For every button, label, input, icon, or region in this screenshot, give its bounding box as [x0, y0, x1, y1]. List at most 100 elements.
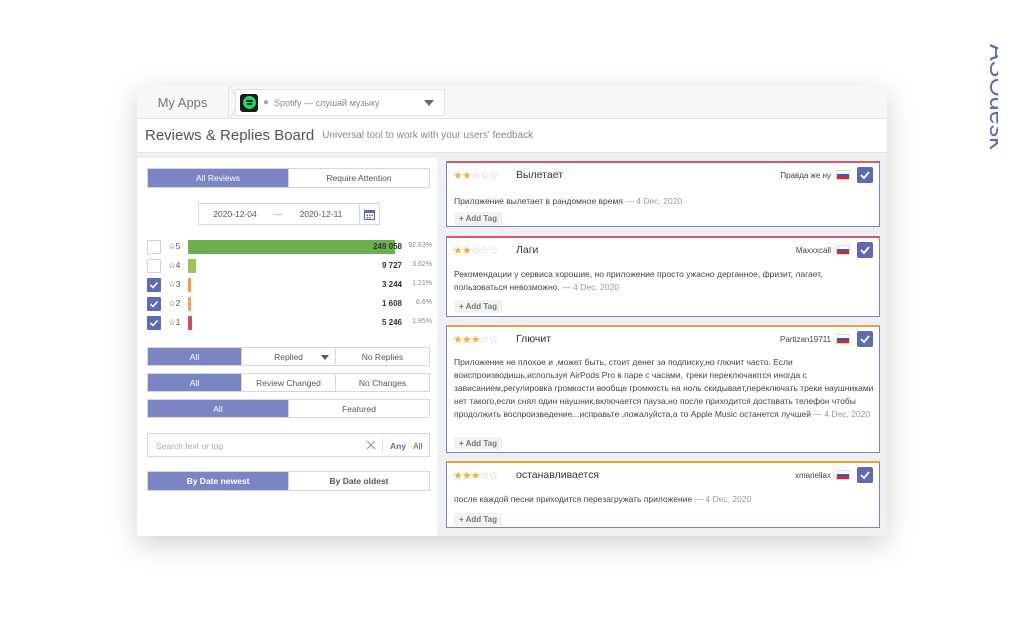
rating-checkbox[interactable] — [147, 297, 161, 311]
tab-require-attention[interactable]: Require Attention — [289, 169, 429, 187]
rating-count: 9 727 — [381, 261, 402, 270]
app-selector[interactable]: ● Spotify — слушай музыку — [235, 89, 445, 116]
review-header: ★★★☆☆ останавливается xmariellax — [453, 467, 873, 483]
tab-changes-all[interactable]: All — [148, 374, 242, 391]
my-apps-link[interactable]: My Apps — [137, 86, 229, 119]
review-header: ★★☆☆☆ Вылетает Правда же ну — [453, 167, 873, 183]
reply-filter-tabs: All Replied No Replies — [147, 347, 430, 366]
review-header: ★★☆☆☆ Лаги Maxxxcall — [453, 242, 873, 258]
match-all-option[interactable]: All — [413, 441, 422, 451]
tab-replied[interactable]: Replied — [242, 348, 336, 365]
rating-row: ☆1 5 246 1.95% — [147, 316, 432, 330]
top-bar: My Apps ● Spotify — слушай музыку — [137, 86, 887, 119]
review-date: — 4 Dec, 2020 — [694, 494, 752, 504]
review-text: после каждой песни приходится перезагруж… — [454, 494, 693, 504]
rating-percent: 92.63% — [408, 242, 432, 249]
rating-row: ☆3 3 244 1.21% — [147, 278, 432, 292]
rating-share-bar — [188, 278, 191, 292]
page-subtitle: Universal tool to work with your users' … — [322, 130, 534, 141]
asodesk-logo-icon: ASOdesk — [984, 44, 1012, 150]
review-card: ★★☆☆☆ Вылетает Правда же ну Приложение выле… — [446, 161, 880, 227]
star-rating-icon: ★★☆☆☆ — [453, 245, 498, 257]
tab-no-changes[interactable]: No Changes — [336, 374, 429, 391]
rating-share-bar — [188, 297, 191, 311]
tab-review-changed[interactable]: Review Changed — [242, 374, 336, 391]
spotify-app-icon — [240, 93, 258, 112]
search-box: Search text or tag Any All — [147, 433, 430, 457]
search-input[interactable]: Search text or tag — [156, 441, 223, 451]
review-card: ★★★☆☆ Глючит Partizan19711 Приложение не пл… — [446, 325, 880, 453]
date-to[interactable]: 2020-12-11 — [285, 209, 357, 219]
brand-logo-text: ASOdesk — [984, 44, 998, 150]
date-separator: — — [273, 209, 283, 219]
date-range-picker[interactable]: 2020-12-04 — 2020-12-11 — [198, 203, 380, 225]
review-title: останавливается — [516, 469, 600, 481]
rating-percent: 1.21% — [412, 280, 432, 287]
rating-checkbox[interactable] — [147, 240, 161, 254]
tab-all-reviews[interactable]: All Reviews — [148, 169, 289, 187]
russia-flag-icon — [836, 334, 850, 344]
add-tag-button[interactable]: + Add Tag — [454, 300, 502, 313]
page-title: Reviews & Replies Board — [145, 127, 315, 144]
review-text: Рекомендации у сервиса хорошие, но прило… — [454, 269, 823, 292]
add-tag-button[interactable]: + Add Tag — [454, 513, 502, 526]
russia-flag-icon — [836, 170, 850, 180]
rating-star-label: ☆2 — [168, 298, 181, 308]
apple-icon: ● — [263, 97, 270, 108]
rating-checkbox[interactable] — [147, 259, 161, 273]
rating-percent: 0.6% — [416, 299, 432, 306]
review-date: — 4 Dec, 2020 — [625, 196, 683, 206]
divider — [382, 438, 383, 452]
rating-star-label: ☆3 — [168, 279, 181, 289]
review-card: ★★☆☆☆ Лаги Maxxxcall Рекомендации у сервиса… — [446, 236, 880, 317]
match-any-option[interactable]: Any — [390, 441, 406, 451]
rating-star-label: ☆1 — [168, 317, 181, 327]
chevron-down-icon — [424, 100, 434, 106]
brand-logo: ASOdesk — [968, 40, 1012, 180]
review-text: Приложение вылетает в рандомное время — [454, 196, 623, 206]
rating-checkbox[interactable] — [147, 316, 161, 330]
review-type-tabs: All Reviews Require Attention — [147, 168, 430, 188]
review-title: Лаги — [516, 244, 539, 256]
calendar-icon[interactable] — [359, 204, 379, 224]
review-author: Maxxxcall — [795, 246, 831, 255]
add-tag-button[interactable]: + Add Tag — [454, 212, 502, 225]
rating-row: ☆5 249 058 92.63% — [147, 240, 432, 254]
rating-row: ☆2 1 608 0.6% — [147, 297, 432, 311]
tab-no-replies[interactable]: No Replies — [336, 348, 429, 365]
star-rating-icon: ★★☆☆☆ — [453, 170, 498, 182]
review-header: ★★★☆☆ Глючит Partizan19711 — [453, 331, 873, 347]
tab-sort-oldest[interactable]: By Date oldest — [289, 472, 429, 490]
filters-panel: All Reviews Require Attention 2020-12-04… — [137, 158, 437, 536]
review-date: — 4 Dec, 2020 — [562, 282, 619, 292]
tab-sort-newest[interactable]: By Date newest — [148, 472, 289, 490]
review-select-checkbox[interactable] — [857, 331, 873, 347]
review-select-checkbox[interactable] — [857, 242, 873, 258]
change-filter-tabs: All Review Changed No Changes — [147, 373, 430, 392]
rating-checkbox[interactable] — [147, 278, 161, 292]
review-title: Вылетает — [516, 169, 563, 181]
review-body: Рекомендации у сервиса хорошие, но прило… — [454, 268, 874, 294]
review-select-checkbox[interactable] — [857, 467, 873, 483]
rating-count: 5 246 — [381, 318, 402, 327]
tab-featured[interactable]: Featured — [289, 400, 429, 417]
chevron-down-icon — [321, 355, 329, 360]
tab-replied-label: Replied — [274, 351, 303, 362]
featured-filter-tabs: All Featured — [147, 399, 430, 418]
rating-percent: 3.62% — [412, 261, 432, 268]
review-body: после каждой песни приходится перезагруж… — [454, 493, 874, 506]
review-date: — 4 Dec, 2020 — [813, 409, 871, 419]
star-rating-icon: ★★★☆☆ — [453, 470, 498, 482]
add-tag-button[interactable]: + Add Tag — [454, 437, 502, 450]
review-body: Приложение вылетает в рандомное время — … — [454, 195, 874, 208]
tab-featured-all[interactable]: All — [148, 400, 289, 417]
sort-tabs: By Date newest By Date oldest — [147, 471, 430, 491]
review-author: Partizan19711 — [780, 335, 831, 344]
review-author: xmariellax — [794, 471, 831, 480]
review-select-checkbox[interactable] — [857, 167, 873, 183]
close-icon[interactable] — [366, 440, 376, 450]
date-from[interactable]: 2020-12-04 — [199, 209, 271, 219]
rating-count: 1 608 — [381, 299, 402, 308]
tab-replies-all[interactable]: All — [148, 348, 242, 365]
russia-flag-icon — [836, 470, 850, 480]
